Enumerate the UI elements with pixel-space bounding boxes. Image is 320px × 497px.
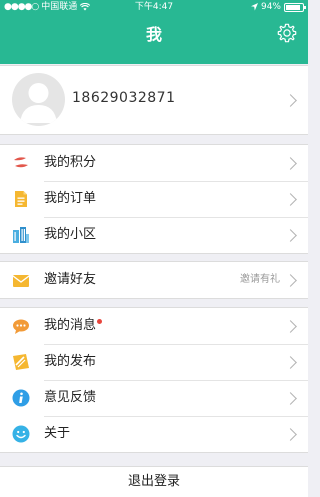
menu-item-about[interactable]: 关于	[0, 416, 308, 452]
gear-icon[interactable]	[276, 22, 298, 44]
chevron-right-icon	[284, 229, 297, 242]
points-icon	[14, 157, 28, 168]
feedback-icon	[12, 389, 30, 407]
chevron-right-icon	[284, 157, 297, 170]
menu-label: 我的小区	[44, 227, 97, 242]
chevron-right-icon	[284, 193, 297, 206]
menu-item-points[interactable]: 我的积分	[0, 145, 308, 181]
menu-label: 意见反馈	[44, 390, 97, 405]
invite-icon	[12, 275, 30, 287]
menu-label: 邀请好友	[44, 272, 97, 287]
publish-icon	[13, 354, 29, 370]
chevron-right-icon	[284, 94, 297, 107]
menu-group-more: 我的消息 我的发布 意见反馈 关于	[0, 307, 308, 453]
menu-item-orders[interactable]: 我的订单	[0, 181, 308, 217]
menu-item-community[interactable]: 我的小区	[0, 217, 308, 253]
menu-group-invite: 邀请好友 邀请有礼	[0, 261, 308, 299]
status-bar: ●●●●○ 中国联通 下午4:47 94%	[0, 0, 308, 14]
menu-item-invite[interactable]: 邀请好友 邀请有礼	[0, 262, 308, 298]
menu-label: 我的发布	[44, 354, 97, 369]
profile-row[interactable]: 18629032871	[0, 65, 308, 135]
menu-group-account: 我的积分 我的订单 我的小区	[0, 144, 308, 254]
menu-item-feedback[interactable]: 意见反馈	[0, 380, 308, 416]
chevron-right-icon	[284, 356, 297, 369]
avatar	[12, 73, 65, 126]
menu-label: 我的消息	[44, 318, 97, 333]
battery-percent: 94%	[260, 2, 281, 12]
menu-label: 我的订单	[44, 191, 97, 206]
orders-icon	[15, 191, 27, 207]
menu-label: 关于	[44, 426, 71, 441]
unread-badge	[97, 319, 102, 324]
about-icon	[12, 425, 30, 443]
location-icon	[250, 3, 258, 11]
menu-label: 我的积分	[44, 155, 97, 170]
battery-icon	[284, 2, 306, 12]
chevron-right-icon	[284, 392, 297, 405]
invite-reward-text: 邀请有礼	[240, 274, 280, 285]
page-title: 我	[145, 25, 162, 44]
message-icon	[13, 319, 29, 334]
user-phone: 18629032871	[72, 90, 176, 106]
community-icon	[13, 227, 29, 243]
default-avatar-icon	[20, 83, 57, 123]
chevron-right-icon	[284, 320, 297, 333]
chevron-right-icon	[284, 428, 297, 441]
header-bar: ●●●●○ 中国联通 下午4:47 94% 我	[0, 0, 308, 64]
menu-item-messages[interactable]: 我的消息	[0, 308, 308, 344]
chevron-right-icon	[284, 274, 297, 287]
menu-item-publish[interactable]: 我的发布	[0, 344, 308, 380]
logout-button[interactable]: 退出登录	[0, 466, 308, 497]
